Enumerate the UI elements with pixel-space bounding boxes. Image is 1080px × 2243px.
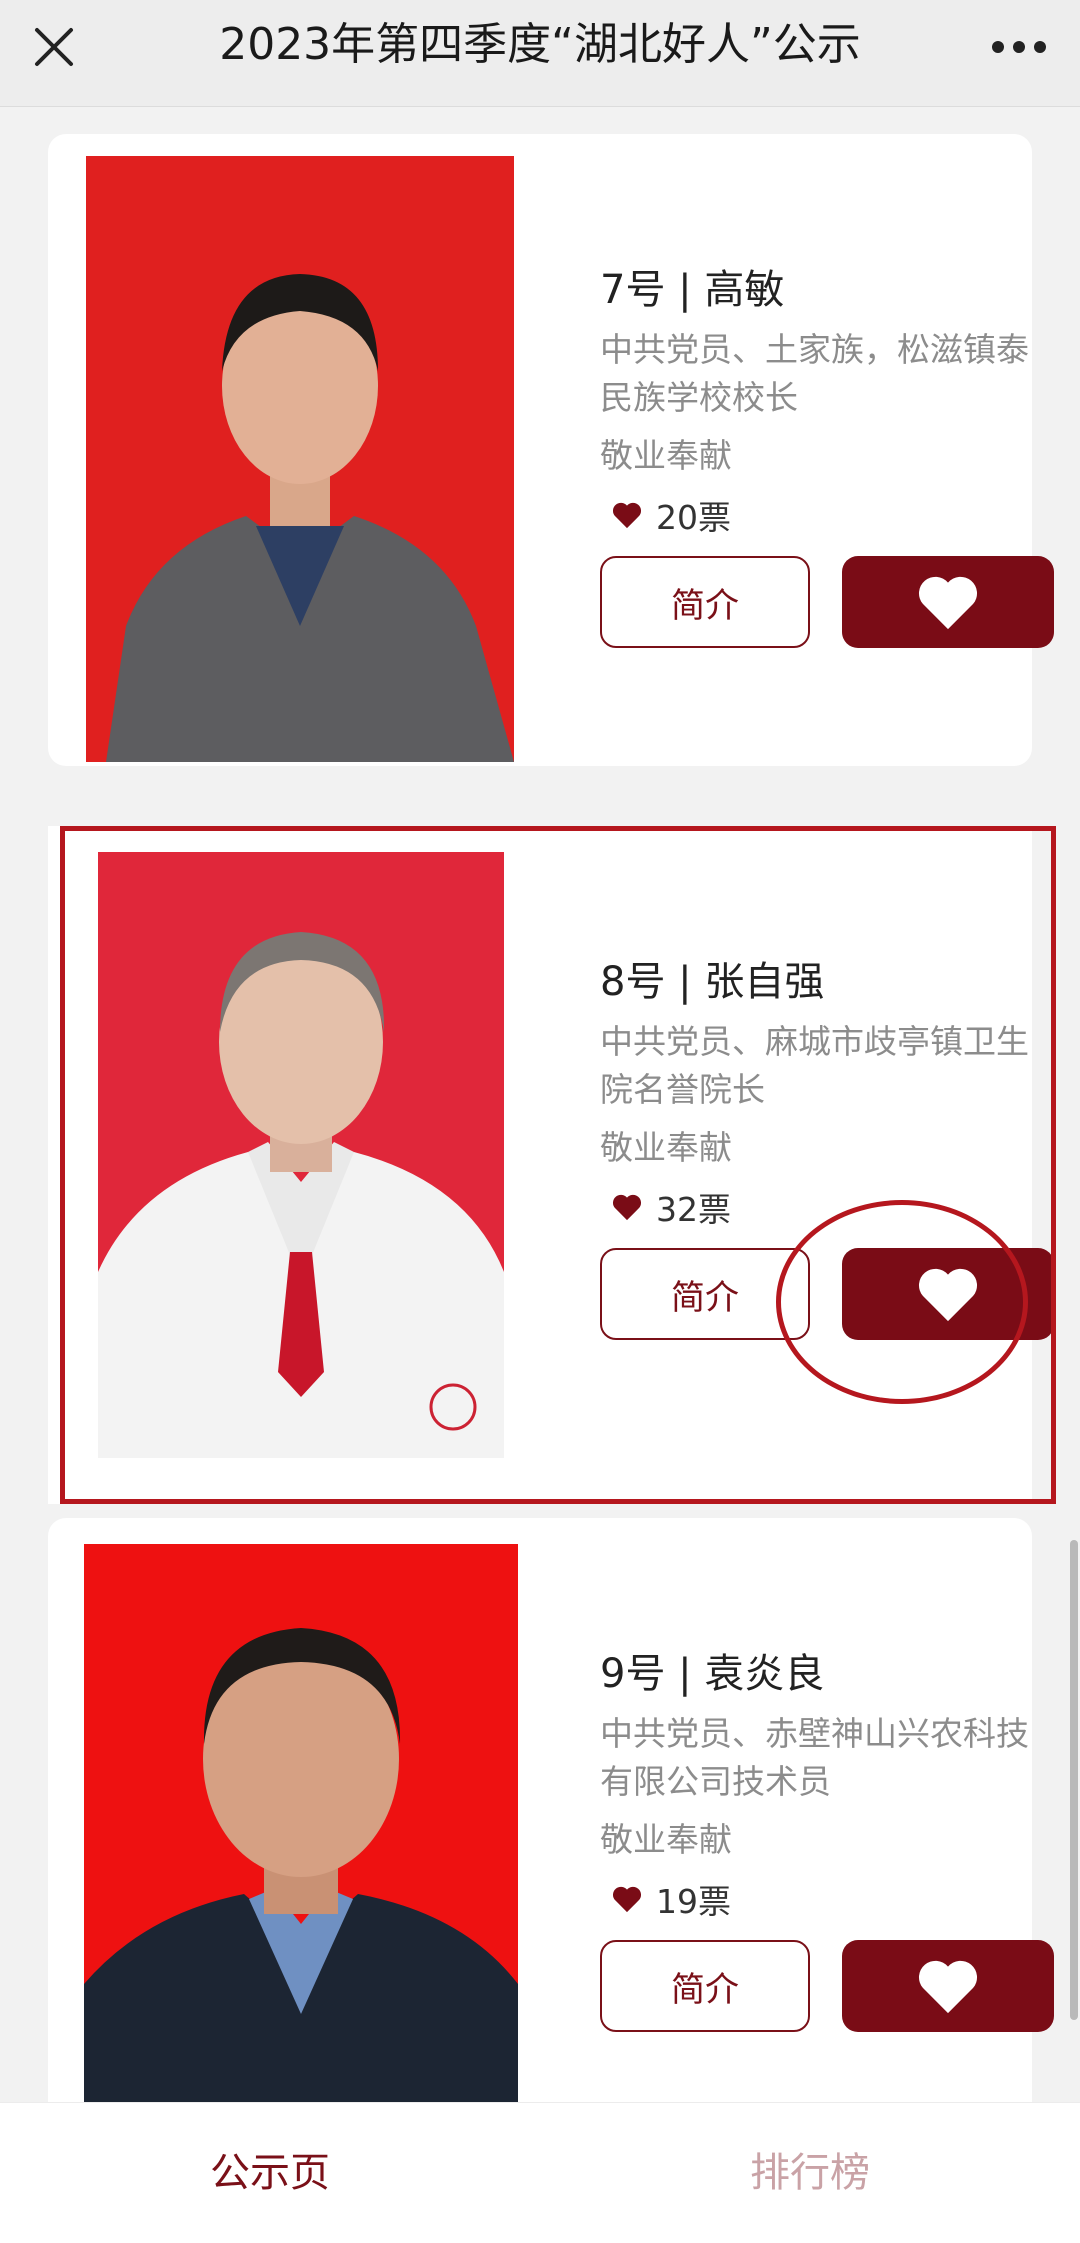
- bottom-tab-bar: 公示页 排行榜: [0, 2102, 1080, 2243]
- page-title: 2023年第四季度“湖北好人”公示: [219, 19, 861, 70]
- candidate-description: 中共党员、赤壁神山兴农科技有限公司技术员: [600, 1714, 1029, 1801]
- candidate-category: 敬业奉献: [600, 1820, 732, 1859]
- vote-count-label: 19票: [656, 1882, 731, 1921]
- vote-button[interactable]: [842, 1248, 1054, 1340]
- intro-button[interactable]: 简介: [600, 556, 810, 648]
- close-icon[interactable]: [24, 17, 84, 77]
- heart-icon: [612, 1886, 642, 1913]
- scrollbar[interactable]: [1070, 1540, 1078, 2020]
- candidate-photo: [84, 1544, 518, 2102]
- intro-button[interactable]: 简介: [600, 1248, 810, 1340]
- candidate-description: 中共党员、麻城市歧亭镇卫生院名誉院长: [600, 1022, 1029, 1109]
- candidate-number-name: 9号 | 袁炎良: [600, 1651, 825, 1697]
- action-row: 简介: [600, 556, 1060, 648]
- candidate-photo: [86, 156, 514, 762]
- candidate-info: 8号 | 张自强 中共党员、麻城市歧亭镇卫生院名誉院长 敬业奉献 32票 简介: [600, 954, 1060, 1340]
- top-bar: 2023年第四季度“湖北好人”公示: [0, 0, 1080, 107]
- action-row: 简介: [600, 1940, 1060, 2032]
- candidate-list: 7号 | 高敏 中共党员、土家族，松滋镇泰民族学校校长 敬业奉献 20票 简介: [0, 106, 1080, 2102]
- vote-count-label: 20票: [656, 498, 731, 537]
- vote-count: 20票: [600, 490, 1060, 540]
- heart-icon: [918, 1268, 978, 1322]
- candidate-card: 9号 | 袁炎良 中共党员、赤壁神山兴农科技有限公司技术员 敬业奉献 19票 简…: [48, 1518, 1054, 2102]
- candidate-category: 敬业奉献: [600, 436, 732, 475]
- tab-ranking[interactable]: 排行榜: [660, 2143, 960, 2203]
- candidate-info: 7号 | 高敏 中共党员、土家族，松滋镇泰民族学校校长 敬业奉献 20票 简介: [600, 262, 1060, 648]
- candidate-category: 敬业奉献: [600, 1128, 732, 1167]
- action-row: 简介: [600, 1248, 1060, 1340]
- more-options-icon[interactable]: [984, 17, 1054, 77]
- candidate-card: 7号 | 高敏 中共党员、土家族，松滋镇泰民族学校校长 敬业奉献 20票 简介: [48, 134, 1054, 766]
- heart-icon: [612, 1194, 642, 1221]
- vote-button[interactable]: [842, 1940, 1054, 2032]
- candidate-number-name: 7号 | 高敏: [600, 267, 785, 313]
- candidate-photo: [98, 852, 504, 1458]
- vote-button[interactable]: [842, 556, 1054, 648]
- tab-public-notice[interactable]: 公示页: [120, 2143, 420, 2203]
- candidate-card: 8号 | 张自强 中共党员、麻城市歧亭镇卫生院名誉院长 敬业奉献 32票 简介: [48, 826, 1054, 1504]
- candidate-description: 中共党员、土家族，松滋镇泰民族学校校长: [600, 330, 1029, 417]
- vote-count: 19票: [600, 1874, 1060, 1924]
- intro-button[interactable]: 简介: [600, 1940, 810, 2032]
- heart-icon: [918, 576, 978, 630]
- candidate-info: 9号 | 袁炎良 中共党员、赤壁神山兴农科技有限公司技术员 敬业奉献 19票 简…: [600, 1646, 1060, 2032]
- candidate-number-name: 8号 | 张自强: [600, 959, 825, 1005]
- heart-icon: [918, 1960, 978, 2014]
- heart-icon: [612, 502, 642, 529]
- vote-count-label: 32票: [656, 1190, 731, 1229]
- vote-count: 32票: [600, 1182, 1060, 1232]
